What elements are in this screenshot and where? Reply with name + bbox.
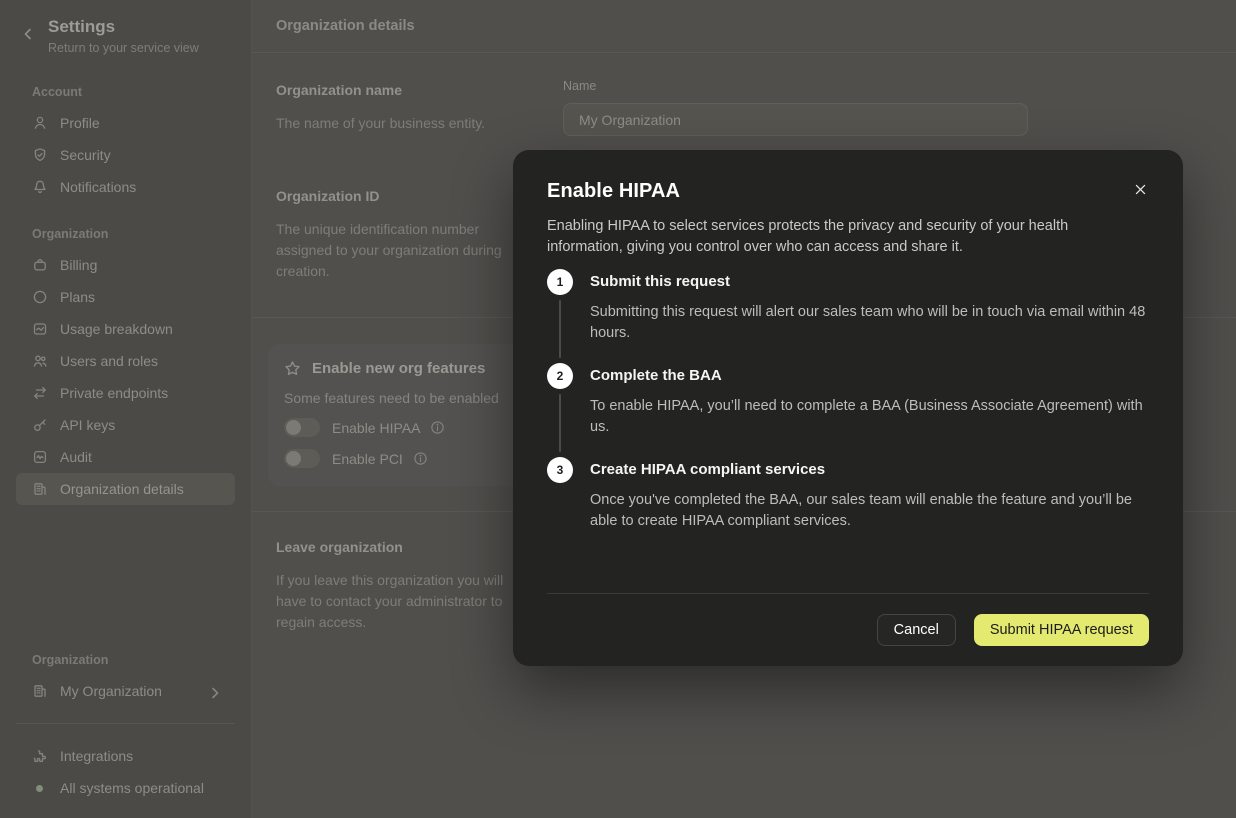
- step-title: Complete the BAA: [590, 363, 1149, 389]
- bell-icon: [32, 179, 48, 195]
- sidebar-item-label: Users and roles: [60, 353, 158, 369]
- section-label-account: Account: [16, 85, 235, 99]
- section-label-organization: Organization: [16, 227, 235, 241]
- modal-footer: Cancel Submit HIPAA request: [547, 593, 1149, 666]
- step-description: Submitting this request will alert our s…: [590, 302, 1149, 344]
- step-number-badge: 2: [547, 363, 573, 389]
- sidebar-item-integrations[interactable]: Integrations: [16, 740, 235, 772]
- step-3: 3 Create HIPAA compliant services Once y…: [547, 457, 1149, 551]
- pci-toggle[interactable]: [284, 449, 320, 468]
- leave-org-section: Leave organization If you leave this org…: [276, 539, 528, 633]
- building-icon: [32, 481, 48, 497]
- sidebar-item-audit[interactable]: Audit: [16, 441, 235, 473]
- sidebar-subtitle: Return to your service view: [48, 41, 235, 55]
- sidebar-item-profile[interactable]: Profile: [16, 107, 235, 139]
- back-chevron-icon[interactable]: [20, 26, 36, 42]
- toggle-label: Enable HIPAA: [332, 420, 420, 436]
- submit-hipaa-request-button[interactable]: Submit HIPAA request: [974, 614, 1149, 646]
- arrows-icon: [32, 385, 48, 401]
- sidebar-item-billing[interactable]: Billing: [16, 249, 235, 281]
- building-icon: [32, 683, 48, 699]
- sidebar-item-notifications[interactable]: Notifications: [16, 171, 235, 203]
- page-header: Organization details: [252, 0, 1236, 53]
- puzzle-icon: [32, 748, 48, 764]
- step-title: Create HIPAA compliant services: [590, 457, 1149, 483]
- sidebar-item-private-endpoints[interactable]: Private endpoints: [16, 377, 235, 409]
- sidebar-item-my-organization[interactable]: My Organization: [16, 675, 235, 707]
- step-2: 2 Complete the BAA To enable HIPAA, you’…: [547, 363, 1149, 457]
- step-connector: [559, 394, 561, 452]
- step-number-badge: 3: [547, 457, 573, 483]
- step-title: Submit this request: [590, 269, 1149, 295]
- sidebar-item-api-keys[interactable]: API keys: [16, 409, 235, 441]
- org-id-title: Organization ID: [276, 188, 526, 204]
- star-icon: [284, 360, 301, 377]
- sidebar-item-usage-breakdown[interactable]: Usage breakdown: [16, 313, 235, 345]
- sidebar-item-label: API keys: [60, 417, 115, 433]
- sidebar-item-label: Plans: [60, 289, 95, 305]
- org-id-section: Organization ID The unique identificatio…: [276, 188, 526, 282]
- sidebar-item-label: Profile: [60, 115, 100, 131]
- audit-icon: [32, 449, 48, 465]
- toggle-knob: [286, 451, 301, 466]
- sidebar-item-label: Notifications: [60, 179, 136, 195]
- sidebar-item-security[interactable]: Security: [16, 139, 235, 171]
- sidebar-item-label: Private endpoints: [60, 385, 168, 401]
- settings-sidebar: Settings Return to your service view Acc…: [0, 0, 252, 818]
- status-text: All systems operational: [60, 780, 204, 796]
- org-name-description: The name of your business entity.: [276, 113, 511, 134]
- circle-icon: [32, 289, 48, 305]
- sidebar-item-label: Organization details: [60, 481, 184, 497]
- sidebar-item-label: Audit: [60, 449, 92, 465]
- toggle-knob: [286, 420, 301, 435]
- users-icon: [32, 353, 48, 369]
- step-number-badge: 1: [547, 269, 573, 295]
- sidebar-item-label: Security: [60, 147, 111, 163]
- sidebar-item-users-and-roles[interactable]: Users and roles: [16, 345, 235, 377]
- sidebar-item-label: Integrations: [60, 748, 133, 764]
- info-icon[interactable]: [430, 420, 445, 435]
- enable-hipaa-modal: Enable HIPAA Enabling HIPAA to select se…: [513, 150, 1183, 666]
- step-1: 1 Submit this request Submitting this re…: [547, 269, 1149, 363]
- chart-icon: [32, 321, 48, 337]
- cancel-button[interactable]: Cancel: [877, 614, 956, 646]
- step-connector: [559, 300, 561, 358]
- chevron-right-icon: [207, 685, 223, 698]
- user-icon: [32, 115, 48, 131]
- steps-list: 1 Submit this request Submitting this re…: [547, 269, 1149, 551]
- org-name-title: Organization name: [276, 82, 511, 98]
- sidebar-item-plans[interactable]: Plans: [16, 281, 235, 313]
- section-label-organization-footer: Organization: [16, 653, 235, 667]
- sidebar-item-label: Billing: [60, 257, 97, 273]
- org-name-section: Organization name The name of your busin…: [276, 82, 511, 134]
- leave-org-description: If you leave this organization you will …: [276, 570, 528, 633]
- sidebar-item-label: Usage breakdown: [60, 321, 173, 337]
- sidebar-divider: [16, 723, 235, 724]
- key-icon: [32, 417, 48, 433]
- info-icon[interactable]: [413, 451, 428, 466]
- system-status[interactable]: All systems operational: [16, 772, 235, 804]
- sidebar-item-organization-details[interactable]: Organization details: [16, 473, 235, 505]
- org-name-input[interactable]: [563, 103, 1028, 136]
- toggle-label: Enable PCI: [332, 451, 403, 467]
- modal-title: Enable HIPAA: [547, 180, 1149, 203]
- hipaa-toggle[interactable]: [284, 418, 320, 437]
- sidebar-title: Settings: [48, 16, 235, 38]
- org-name-form: Name: [563, 79, 1028, 136]
- name-field-label: Name: [563, 79, 1028, 93]
- shield-icon: [32, 147, 48, 163]
- close-icon[interactable]: [1127, 176, 1153, 202]
- page-title: Organization details: [276, 18, 415, 34]
- sidebar-item-label: My Organization: [60, 683, 162, 699]
- sidebar-header: Settings Return to your service view: [16, 16, 235, 55]
- bag-icon: [32, 257, 48, 273]
- card-title: Enable new org features: [312, 360, 485, 377]
- step-description: Once you've completed the BAA, our sales…: [590, 490, 1149, 532]
- status-dot-icon: [36, 785, 43, 792]
- leave-org-title: Leave organization: [276, 539, 528, 555]
- sidebar-footer: Organization My Organization Integration…: [16, 653, 235, 804]
- step-description: To enable HIPAA, you’ll need to complete…: [590, 396, 1149, 438]
- org-id-description: The unique identification number assigne…: [276, 219, 526, 282]
- modal-description: Enabling HIPAA to select services protec…: [547, 216, 1111, 258]
